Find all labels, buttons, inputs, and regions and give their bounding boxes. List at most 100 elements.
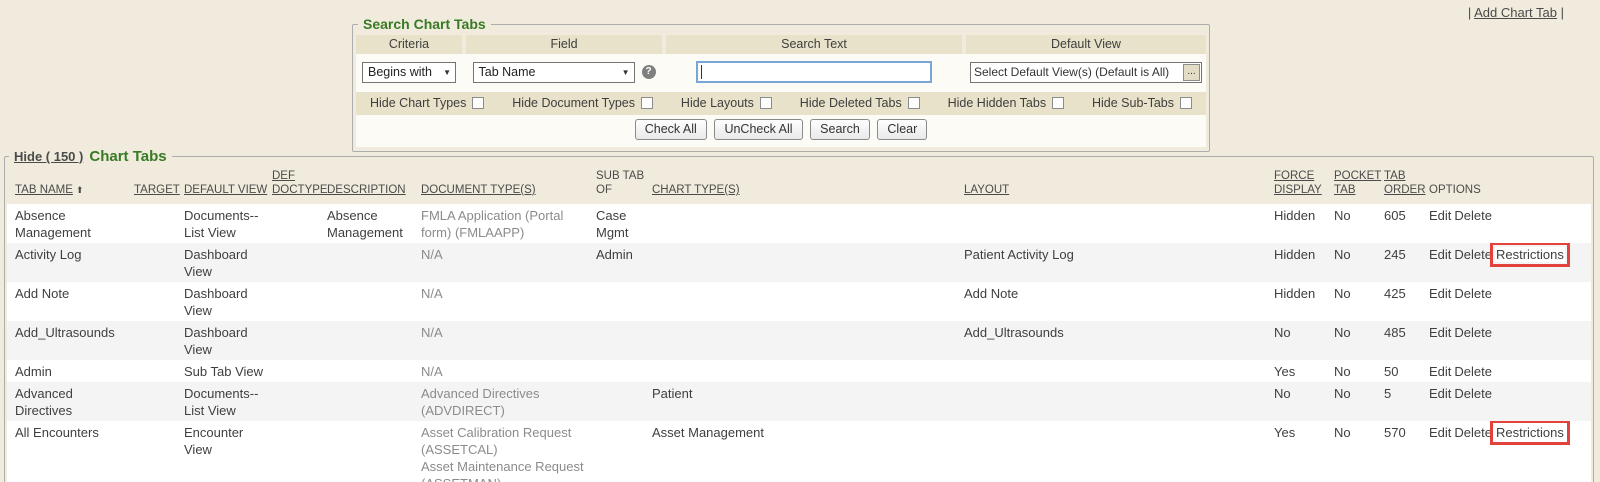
- cell-chart-types: [650, 204, 962, 243]
- uncheck-all-button[interactable]: UnCheck All: [714, 119, 802, 140]
- cell-tab-name: Absence Management: [7, 204, 132, 243]
- cell-pocket-tab: No: [1332, 321, 1382, 360]
- restrictions-link-highlighted[interactable]: Restrictions: [1495, 425, 1565, 440]
- cell-target: [132, 243, 182, 282]
- cell-tab-order: 245: [1382, 243, 1427, 282]
- hide-hidden-tabs-checkbox[interactable]: [1052, 97, 1064, 109]
- table-row: Absence Management Documents--List View …: [7, 204, 1591, 243]
- search-text-input[interactable]: [696, 61, 932, 83]
- cell-force-display: Hidden: [1272, 204, 1332, 243]
- col-header-layout[interactable]: LAYOUT: [962, 167, 1272, 204]
- field-selected-value: Tab Name: [479, 65, 536, 79]
- search-chart-tabs-panel: Search Chart Tabs Criteria Field Search …: [352, 16, 1210, 152]
- delete-link[interactable]: Delete: [1454, 364, 1492, 379]
- cell-def-doctype: [270, 321, 325, 360]
- cell-def-doctype: [270, 421, 325, 482]
- default-view-picker[interactable]: Select Default View(s) (Default is All) …: [970, 62, 1202, 83]
- edit-link[interactable]: Edit: [1429, 364, 1451, 379]
- search-buttons-row: Check All UnCheck All Search Clear: [356, 115, 1206, 147]
- chart-tabs-panel: Hide ( 150 )Chart Tabs TAB NAME⬆ TARGET …: [4, 148, 1594, 482]
- clear-button[interactable]: Clear: [877, 119, 927, 140]
- cell-tab-name: Add Note: [7, 282, 132, 321]
- separator: |: [1468, 5, 1471, 20]
- cell-tab-name: Add_Ultrasounds: [7, 321, 132, 360]
- cell-force-display: Yes: [1272, 360, 1332, 382]
- col-header-tab-order[interactable]: TABORDER: [1382, 167, 1427, 204]
- hide-sub-tabs-label: Hide Sub-Tabs: [1092, 96, 1174, 110]
- add-chart-tab-link[interactable]: Add Chart Tab: [1474, 5, 1557, 20]
- separator: |: [1561, 5, 1564, 20]
- edit-link[interactable]: Edit: [1429, 247, 1451, 262]
- delete-link[interactable]: Delete: [1454, 386, 1492, 401]
- default-view-value: Select Default View(s) (Default is All): [971, 65, 1183, 79]
- search-button[interactable]: Search: [810, 119, 870, 140]
- cell-options: EditDelete: [1427, 360, 1591, 382]
- cell-tab-name: Advanced Directives: [7, 382, 132, 421]
- col-header-options: OPTIONS: [1427, 167, 1591, 204]
- default-view-column-header: Default View: [966, 35, 1206, 54]
- cell-target: [132, 204, 182, 243]
- table-row: All Encounters Encounter View Asset Cali…: [7, 421, 1591, 482]
- delete-link[interactable]: Delete: [1454, 425, 1492, 440]
- col-header-force-display[interactable]: FORCEDISPLAY: [1272, 167, 1332, 204]
- cell-default-view: Documents--List View: [182, 204, 270, 243]
- chevron-down-icon: ▼: [443, 63, 451, 83]
- col-header-pocket-tab[interactable]: POCKETTAB: [1332, 167, 1382, 204]
- cell-document-types: N/A: [419, 321, 594, 360]
- hide-document-types-checkbox[interactable]: [641, 97, 653, 109]
- cell-default-view: Sub Tab View: [182, 360, 270, 382]
- hide-sub-tabs-checkbox[interactable]: [1180, 97, 1192, 109]
- cell-default-view: Documents--List View: [182, 382, 270, 421]
- cell-tab-order: 50: [1382, 360, 1427, 382]
- cell-options: EditDelete: [1427, 204, 1591, 243]
- edit-link[interactable]: Edit: [1429, 425, 1451, 440]
- cell-sub-tab-of: [594, 282, 650, 321]
- cell-layout: [962, 204, 1272, 243]
- ellipsis-button[interactable]: ...: [1183, 64, 1200, 81]
- table-row: Add Note Dashboard View N/A Add Note Hid…: [7, 282, 1591, 321]
- col-header-tab-name[interactable]: TAB NAME⬆: [7, 167, 132, 204]
- hide-chart-types-checkbox[interactable]: [472, 97, 484, 109]
- edit-link[interactable]: Edit: [1429, 325, 1451, 340]
- col-header-description[interactable]: DESCRIPTION: [325, 167, 419, 204]
- cell-target: [132, 321, 182, 360]
- delete-link[interactable]: Delete: [1454, 325, 1492, 340]
- col-header-def-doctype[interactable]: DEFDOCTYPE: [270, 167, 325, 204]
- cell-tab-name: Activity Log: [7, 243, 132, 282]
- cell-target: [132, 382, 182, 421]
- hide-count-link[interactable]: Hide ( 150 ): [14, 149, 83, 164]
- cell-layout: Patient Activity Log: [962, 243, 1272, 282]
- cell-description: [325, 282, 419, 321]
- hide-filters-row: Hide Chart Types Hide Document Types Hid…: [356, 92, 1206, 115]
- edit-link[interactable]: Edit: [1429, 386, 1451, 401]
- cell-layout: Add Note: [962, 282, 1272, 321]
- cell-def-doctype: [270, 382, 325, 421]
- cell-layout: [962, 421, 1272, 482]
- delete-link[interactable]: Delete: [1454, 208, 1492, 223]
- check-all-button[interactable]: Check All: [635, 119, 707, 140]
- edit-link[interactable]: Edit: [1429, 286, 1451, 301]
- edit-link[interactable]: Edit: [1429, 208, 1451, 223]
- col-header-target[interactable]: TARGET: [132, 167, 182, 204]
- col-header-default-view[interactable]: DEFAULT VIEW: [182, 167, 270, 204]
- criteria-select[interactable]: Begins with ▼: [362, 62, 456, 83]
- cell-target: [132, 421, 182, 482]
- cell-description: [325, 321, 419, 360]
- hide-layouts-checkbox[interactable]: [760, 97, 772, 109]
- cell-force-display: No: [1272, 321, 1332, 360]
- cell-sub-tab-of: [594, 421, 650, 482]
- delete-link[interactable]: Delete: [1454, 286, 1492, 301]
- delete-link[interactable]: Delete: [1454, 247, 1492, 262]
- restrictions-link-highlighted[interactable]: Restrictions: [1495, 247, 1565, 262]
- help-icon[interactable]: ?: [642, 65, 656, 79]
- cell-document-types: N/A: [419, 282, 594, 321]
- cell-options: EditDeleteRestrictions: [1427, 421, 1591, 482]
- col-header-document-types[interactable]: DOCUMENT TYPE(S): [419, 167, 594, 204]
- col-header-chart-types[interactable]: CHART TYPE(S): [650, 167, 962, 204]
- cell-default-view: Encounter View: [182, 421, 270, 482]
- hide-chart-types-label: Hide Chart Types: [370, 96, 466, 110]
- cell-pocket-tab: No: [1332, 243, 1382, 282]
- hide-deleted-tabs-checkbox[interactable]: [908, 97, 920, 109]
- field-select[interactable]: Tab Name ▼: [473, 62, 635, 83]
- hide-document-types-label: Hide Document Types: [512, 96, 635, 110]
